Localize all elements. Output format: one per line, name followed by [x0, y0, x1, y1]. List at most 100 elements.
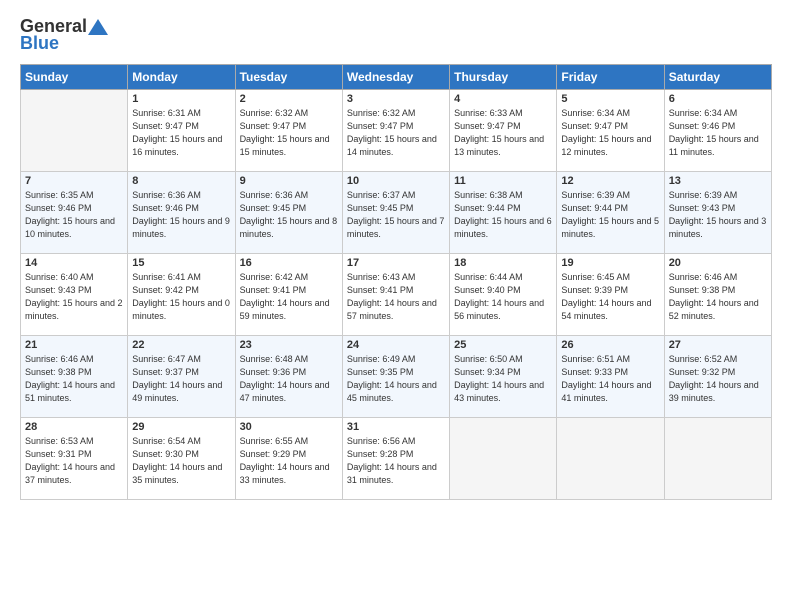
- day-number: 25: [454, 339, 552, 351]
- calendar-cell: 16Sunrise: 6:42 AMSunset: 9:41 PMDayligh…: [235, 254, 342, 336]
- day-info: Sunrise: 6:36 AMSunset: 9:46 PMDaylight:…: [132, 189, 230, 241]
- column-header-monday: Monday: [128, 65, 235, 90]
- day-info: Sunrise: 6:38 AMSunset: 9:44 PMDaylight:…: [454, 189, 552, 241]
- calendar-cell: 23 Sunrise: 6:48 AMSunset: 9:36 PMDayligh…: [235, 336, 342, 418]
- day-info: Sunrise: 6:39 AMSunset: 9:44 PMDaylight:…: [561, 189, 659, 241]
- column-header-sunday: Sunday: [21, 65, 128, 90]
- column-header-thursday: Thursday: [450, 65, 557, 90]
- day-number: 30: [240, 421, 338, 433]
- day-number: 15: [132, 257, 230, 269]
- calendar-cell: 11 Sunrise: 6:38 AMSunset: 9:44 PMDayligh…: [450, 172, 557, 254]
- calendar-week-row: 14 Sunrise: 6:40 AMSunset: 9:43 PMDayligh…: [21, 254, 772, 336]
- day-info: Sunrise: 6:33 AMSunset: 9:47 PMDaylight:…: [454, 107, 552, 159]
- calendar-cell: 29Sunrise: 6:54 AMSunset: 9:30 PMDayligh…: [128, 418, 235, 500]
- calendar-cell: 27 Sunrise: 6:52 AMSunset: 9:32 PMDayligh…: [664, 336, 771, 418]
- logo: General Blue: [20, 16, 109, 54]
- day-info: Sunrise: 6:37 AMSunset: 9:45 PMDaylight:…: [347, 189, 445, 241]
- day-number: 26: [561, 339, 659, 351]
- day-number: 23: [240, 339, 338, 351]
- column-header-friday: Friday: [557, 65, 664, 90]
- day-number: 17: [347, 257, 445, 269]
- calendar-cell: 15 Sunrise: 6:41 AMSunset: 9:42 PMDayligh…: [128, 254, 235, 336]
- calendar-cell: 9 Sunrise: 6:36 AMSunset: 9:45 PMDaylight…: [235, 172, 342, 254]
- calendar-cell: [21, 90, 128, 172]
- day-number: 13: [669, 175, 767, 187]
- day-number: 9: [240, 175, 338, 187]
- calendar-cell: 2 Sunrise: 6:32 AMSunset: 9:47 PMDaylight…: [235, 90, 342, 172]
- calendar-page: General Blue SundayMondayTuesdayWednesda…: [0, 0, 792, 612]
- calendar-cell: 26 Sunrise: 6:51 AMSunset: 9:33 PMDayligh…: [557, 336, 664, 418]
- day-number: 18: [454, 257, 552, 269]
- day-number: 4: [454, 93, 552, 105]
- day-info: Sunrise: 6:45 AMSunset: 9:39 PMDaylight:…: [561, 271, 659, 323]
- day-info: Sunrise: 6:32 AMSunset: 9:47 PMDaylight:…: [347, 107, 445, 159]
- calendar-cell: 14 Sunrise: 6:40 AMSunset: 9:43 PMDayligh…: [21, 254, 128, 336]
- calendar-week-row: 21 Sunrise: 6:46 AMSunset: 9:38 PMDayligh…: [21, 336, 772, 418]
- day-number: 14: [25, 257, 123, 269]
- day-info: Sunrise: 6:56 AMSunset: 9:28 PMDaylight:…: [347, 435, 445, 487]
- calendar-cell: 5 Sunrise: 6:34 AMSunset: 9:47 PMDaylight…: [557, 90, 664, 172]
- day-number: 1: [132, 93, 230, 105]
- day-info: Sunrise: 6:44 AMSunset: 9:40 PMDaylight:…: [454, 271, 552, 323]
- day-info: Sunrise: 6:32 AMSunset: 9:47 PMDaylight:…: [240, 107, 338, 159]
- day-info: Sunrise: 6:34 AMSunset: 9:47 PMDaylight:…: [561, 107, 659, 159]
- day-info: Sunrise: 6:47 AMSunset: 9:37 PMDaylight:…: [132, 353, 230, 405]
- calendar-cell: 24 Sunrise: 6:49 AMSunset: 9:35 PMDayligh…: [342, 336, 449, 418]
- day-number: 24: [347, 339, 445, 351]
- calendar-week-row: 1Sunrise: 6:31 AMSunset: 9:47 PMDaylight…: [21, 90, 772, 172]
- day-number: 29: [132, 421, 230, 433]
- day-number: 12: [561, 175, 659, 187]
- day-info: Sunrise: 6:50 AMSunset: 9:34 PMDaylight:…: [454, 353, 552, 405]
- day-number: 28: [25, 421, 123, 433]
- day-number: 2: [240, 93, 338, 105]
- day-info: Sunrise: 6:52 AMSunset: 9:32 PMDaylight:…: [669, 353, 767, 405]
- calendar-cell: 6Sunrise: 6:34 AMSunset: 9:46 PMDaylight…: [664, 90, 771, 172]
- day-number: 27: [669, 339, 767, 351]
- column-header-wednesday: Wednesday: [342, 65, 449, 90]
- logo-blue: Blue: [20, 33, 59, 54]
- day-number: 31: [347, 421, 445, 433]
- calendar-week-row: 7Sunrise: 6:35 AMSunset: 9:46 PMDaylight…: [21, 172, 772, 254]
- calendar-cell: 30 Sunrise: 6:55 AMSunset: 9:29 PMDayligh…: [235, 418, 342, 500]
- calendar-cell: 21 Sunrise: 6:46 AMSunset: 9:38 PMDayligh…: [21, 336, 128, 418]
- calendar-cell: 31 Sunrise: 6:56 AMSunset: 9:28 PMDayligh…: [342, 418, 449, 500]
- column-header-saturday: Saturday: [664, 65, 771, 90]
- day-info: Sunrise: 6:49 AMSunset: 9:35 PMDaylight:…: [347, 353, 445, 405]
- calendar-week-row: 28Sunrise: 6:53 AMSunset: 9:31 PMDayligh…: [21, 418, 772, 500]
- calendar-cell: [450, 418, 557, 500]
- day-number: 11: [454, 175, 552, 187]
- page-header: General Blue: [20, 16, 772, 54]
- calendar-cell: 7Sunrise: 6:35 AMSunset: 9:46 PMDaylight…: [21, 172, 128, 254]
- calendar-cell: 18 Sunrise: 6:44 AMSunset: 9:40 PMDayligh…: [450, 254, 557, 336]
- calendar-cell: [557, 418, 664, 500]
- day-info: Sunrise: 6:46 AMSunset: 9:38 PMDaylight:…: [669, 271, 767, 323]
- calendar-cell: 13Sunrise: 6:39 AMSunset: 9:43 PMDayligh…: [664, 172, 771, 254]
- calendar-cell: 28Sunrise: 6:53 AMSunset: 9:31 PMDayligh…: [21, 418, 128, 500]
- day-info: Sunrise: 6:36 AMSunset: 9:45 PMDaylight:…: [240, 189, 338, 241]
- day-number: 21: [25, 339, 123, 351]
- day-info: Sunrise: 6:48 AMSunset: 9:36 PMDaylight:…: [240, 353, 338, 405]
- day-info: Sunrise: 6:34 AMSunset: 9:46 PMDaylight:…: [669, 107, 767, 159]
- day-number: 5: [561, 93, 659, 105]
- day-number: 3: [347, 93, 445, 105]
- day-number: 16: [240, 257, 338, 269]
- calendar-cell: 20 Sunrise: 6:46 AMSunset: 9:38 PMDayligh…: [664, 254, 771, 336]
- calendar-header-row: SundayMondayTuesdayWednesdayThursdayFrid…: [21, 65, 772, 90]
- day-number: 20: [669, 257, 767, 269]
- calendar-cell: [664, 418, 771, 500]
- day-info: Sunrise: 6:46 AMSunset: 9:38 PMDaylight:…: [25, 353, 123, 405]
- calendar-cell: 10 Sunrise: 6:37 AMSunset: 9:45 PMDayligh…: [342, 172, 449, 254]
- day-info: Sunrise: 6:51 AMSunset: 9:33 PMDaylight:…: [561, 353, 659, 405]
- day-info: Sunrise: 6:43 AMSunset: 9:41 PMDaylight:…: [347, 271, 445, 323]
- day-info: Sunrise: 6:35 AMSunset: 9:46 PMDaylight:…: [25, 189, 123, 241]
- day-number: 19: [561, 257, 659, 269]
- calendar-cell: 22Sunrise: 6:47 AMSunset: 9:37 PMDayligh…: [128, 336, 235, 418]
- calendar-cell: 17 Sunrise: 6:43 AMSunset: 9:41 PMDayligh…: [342, 254, 449, 336]
- calendar-cell: 8 Sunrise: 6:36 AMSunset: 9:46 PMDaylight…: [128, 172, 235, 254]
- day-number: 8: [132, 175, 230, 187]
- calendar-cell: 25 Sunrise: 6:50 AMSunset: 9:34 PMDayligh…: [450, 336, 557, 418]
- day-info: Sunrise: 6:55 AMSunset: 9:29 PMDaylight:…: [240, 435, 338, 487]
- day-info: Sunrise: 6:40 AMSunset: 9:43 PMDaylight:…: [25, 271, 123, 323]
- day-number: 10: [347, 175, 445, 187]
- day-info: Sunrise: 6:41 AMSunset: 9:42 PMDaylight:…: [132, 271, 230, 323]
